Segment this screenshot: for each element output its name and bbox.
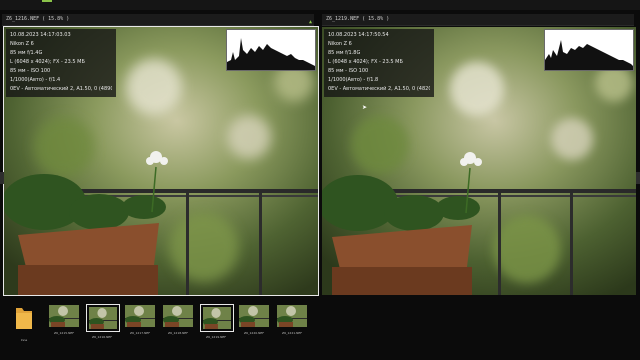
folder-icon (16, 308, 32, 329)
filmstrip-thumbnail[interactable]: Z6_1221.NEF (276, 304, 308, 335)
exif-datetime: 10.08.2023 14:17:50.54 (328, 32, 389, 38)
thumbnail-frame (86, 304, 120, 332)
exif-exposure-wb: 0EV - Автоматический 2, A1.50, 0 (4820K) (328, 86, 430, 92)
histogram-left (226, 29, 316, 71)
scroll-left-handle[interactable] (0, 172, 4, 184)
exif-size: L (6048 x 4024); FX - 23.5 МБ (328, 59, 403, 65)
exif-lens: 85 мм f/1.4G (10, 50, 43, 56)
thumbnail-label: Z6_1221.NEF (282, 331, 302, 335)
thumbnail-label: Z6_1220.NEF (244, 331, 264, 335)
thumbnail-frame (276, 304, 308, 328)
active-indicator (42, 0, 52, 2)
exif-info-panel-right: 10.08.2023 14:17:50.54 Nikon Z 6 85 мм f… (324, 29, 434, 97)
thumbnail-label: Z6_1215.NEF (54, 331, 74, 335)
right-image-title: Z6_1219.NEF ( 15.8% ) (326, 16, 390, 22)
filmstrip: Inne Z6_1215.NEF Z6_1216.NEF Z6_1217.NEF Z6… (0, 298, 640, 360)
exif-exposure-wb: 0EV - Автоматический 2, A1.50, 0 (4890K) (10, 86, 112, 92)
left-image-tab[interactable]: Z6_1216.NEF ( 15.8% ) ▲ (2, 14, 314, 26)
exif-shutter-aperture: 1/1000(Авто) - f/1.8 (328, 77, 379, 83)
thumbnail-frame (124, 304, 156, 328)
left-image-title: Z6_1216.NEF ( 15.8% ) (6, 16, 70, 22)
exif-info-panel-left: 10.08.2023 14:17:03.03 Nikon Z 6 85 мм f… (6, 29, 116, 97)
filmstrip-thumbnail[interactable]: Z6_1215.NEF (48, 304, 80, 335)
filmstrip-thumbnail[interactable]: Z6_1220.NEF (238, 304, 270, 335)
thumbnail-label: Z6_1218.NEF (168, 331, 188, 335)
histogram-right (544, 29, 634, 71)
thumbnail-frame (200, 304, 234, 332)
filmstrip-thumbnail[interactable]: Z6_1219.NEF (200, 304, 234, 339)
folder-label: Inne (20, 338, 28, 342)
filmstrip-thumbnail[interactable]: Z6_1216.NEF (86, 304, 120, 339)
exif-lens: 85 мм f/1.8G (328, 50, 361, 56)
thumbnail-frame (48, 304, 80, 328)
mouse-pointer-icon: ➤ (362, 104, 368, 111)
exif-focal-iso: 85 мм - ISO 100 (328, 68, 369, 74)
top-menu-bar (0, 0, 640, 10)
filmstrip-thumbnail[interactable]: Z6_1217.NEF (124, 304, 156, 335)
exif-camera: Nikon Z 6 (10, 41, 34, 47)
thumbnail-label: Z6_1219.NEF (206, 335, 226, 339)
scroll-right-handle[interactable] (636, 172, 640, 184)
right-compare-pane[interactable]: 10.08.2023 14:17:50.54 Nikon Z 6 85 мм f… (322, 27, 636, 295)
thumbnail-frame (238, 304, 270, 328)
thumbnail-label: Z6_1217.NEF (130, 331, 150, 335)
exif-camera: Nikon Z 6 (328, 41, 352, 47)
exif-shutter-aperture: 1/1000(Авто) - f/1.4 (10, 77, 61, 83)
filmstrip-thumbnail[interactable]: Z6_1218.NEF (162, 304, 194, 335)
right-image-tab[interactable]: Z6_1219.NEF ( 15.8% ) (322, 14, 634, 26)
thumbnail-label: Z6_1216.NEF (92, 335, 112, 339)
folder-item[interactable]: Inne (12, 304, 36, 342)
exif-datetime: 10.08.2023 14:17:03.03 (10, 32, 71, 38)
left-compare-pane[interactable]: 10.08.2023 14:17:03.03 Nikon Z 6 85 мм f… (3, 26, 319, 296)
thumbnail-frame (162, 304, 194, 328)
exif-size: L (6048 x 4024); FX - 23.5 МБ (10, 59, 85, 65)
exif-focal-iso: 85 мм - ISO 100 (10, 68, 51, 74)
